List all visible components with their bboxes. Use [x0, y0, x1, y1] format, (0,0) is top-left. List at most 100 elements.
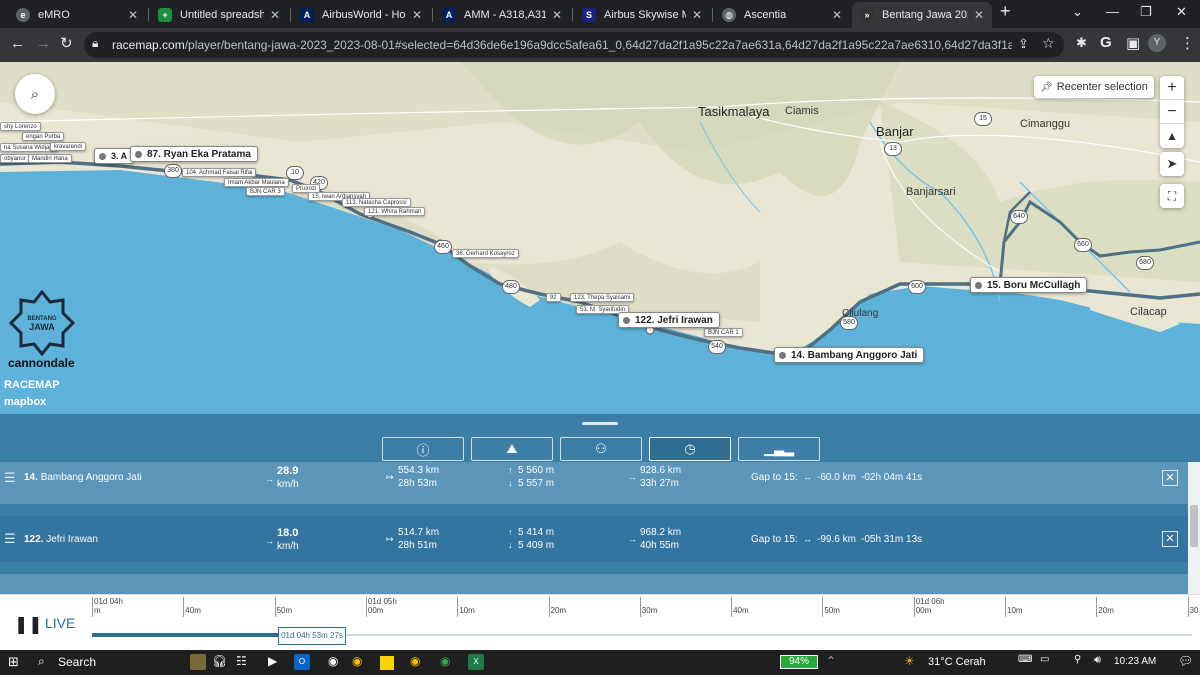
notification-icon[interactable]: 💬︎ [1178, 654, 1193, 668]
profile-avatar[interactable]: Y [1148, 34, 1166, 52]
address-bar[interactable]: 🔒︎ racemap.com/player/bentang-jawa-2023_… [84, 32, 1064, 58]
volume-icon[interactable]: 🔊︎ [1094, 654, 1101, 667]
rider-row[interactable] [0, 574, 1188, 594]
rider-label[interactable]: BJN CAR 1 [704, 328, 743, 337]
rider-label-selected[interactable]: 3. A [94, 148, 135, 164]
tab-skywise[interactable]: S Airbus Skywise Maint ✕ [574, 2, 710, 28]
taskbar-search-label[interactable]: Search [58, 655, 96, 669]
chrome-icon[interactable]: ◉ [352, 654, 362, 668]
chrome-icon[interactable]: ◉ [440, 654, 450, 668]
headset-icon[interactable]: 🎧︎ [212, 654, 227, 668]
forward-icon[interactable]: → [36, 35, 51, 52]
close-icon[interactable]: ✕ [692, 8, 702, 22]
share-icon[interactable]: ⇪ [1018, 36, 1029, 52]
map-search-button[interactable]: ⌕ [15, 74, 55, 114]
tab-spreadsheet[interactable]: + Untitled spreadsheet ✕ [150, 2, 288, 28]
rider-label[interactable]: 121. Whira Rahman [364, 207, 426, 216]
panel-drag-handle[interactable] [582, 422, 618, 425]
tray-icon[interactable]: ⌨ [1018, 654, 1032, 665]
google-icon[interactable]: G [1100, 34, 1112, 51]
wifi-icon[interactable]: ⚲ [1074, 654, 1081, 665]
task-view-icon[interactable]: ☷ [236, 654, 247, 668]
tab-elevation[interactable]: ⛰︎ [471, 437, 553, 461]
recenter-selection-button[interactable]: 📌︎ Recenter selection [1034, 76, 1154, 98]
windows-start-icon[interactable]: ⊞ [8, 654, 19, 670]
side-panel-icon[interactable]: ▣ [1126, 34, 1140, 52]
rider-row[interactable]: ☰ 14. Bambang Anggoro Jati → 28.9 km/h ↦… [0, 462, 1188, 504]
tab-ascentia[interactable]: ◍ Ascentia ✕ [714, 2, 850, 28]
live-label[interactable]: LIVE [45, 615, 75, 631]
close-window-button[interactable]: ✕ [1176, 4, 1187, 20]
chrome-icon[interactable]: ◉ [410, 654, 420, 668]
rider-label[interactable]: 123. Thepa Syaisami [570, 293, 635, 302]
rider-label[interactable]: Imam Akbar Maulana [224, 178, 289, 187]
rider-label[interactable]: Mandiri Hana [28, 154, 72, 163]
tab-riders[interactable]: ⚇ [560, 437, 642, 461]
more-menu-icon[interactable]: ⋮ [1180, 34, 1195, 52]
tab-bentang-jawa[interactable]: » Bentang Jawa 2023 · ✕ [852, 2, 992, 28]
mapbox-logo[interactable]: mapbox [4, 396, 46, 408]
rider-label[interactable]: BJN CAR 3 [246, 187, 285, 196]
race-map[interactable]: Tasikmalaya Ciamis Banjar Cimanggu Banja… [0, 62, 1200, 414]
extensions-icon[interactable]: ✱ [1076, 35, 1087, 51]
tab-timing[interactable]: ◷ [649, 437, 731, 461]
url-text[interactable]: racemap.com/player/bentang-jawa-2023_202… [112, 38, 1012, 52]
close-icon[interactable]: ✕ [128, 8, 138, 22]
scrollbar-thumb[interactable] [1190, 505, 1198, 547]
rider-label-selected[interactable]: 87. Ryan Eka Pratama [130, 146, 258, 162]
maximize-button[interactable]: ❐ [1140, 4, 1152, 20]
battery-indicator[interactable]: 94% [780, 655, 818, 669]
close-icon[interactable]: ✕ [270, 8, 280, 22]
reload-icon[interactable]: ↻ [60, 34, 73, 52]
weather-icon[interactable]: ☀ [904, 654, 915, 668]
new-tab-button[interactable]: + [1000, 1, 1011, 22]
minimize-button[interactable]: — [1106, 4, 1119, 19]
locate-icon[interactable]: ➤ [1160, 152, 1184, 176]
fullscreen-icon[interactable]: ⛶ [1160, 184, 1184, 208]
tray-icon[interactable]: ▭ [1040, 654, 1049, 665]
widget-icon[interactable] [190, 654, 206, 670]
rider-label[interactable]: 92 [546, 293, 561, 302]
tab-leaderboard[interactable]: ▁▃▂ [738, 437, 820, 461]
tab-emro[interactable]: e eMRO ✕ [8, 2, 146, 28]
tab-amm[interactable]: A AMM - A318,A319,A3 ✕ [434, 2, 570, 28]
rider-label-selected[interactable]: 14. Bambang Anggoro Jati [774, 347, 925, 363]
media-icon[interactable]: ▶ [268, 654, 277, 668]
outlook-icon[interactable]: O [294, 654, 310, 670]
close-icon[interactable]: ✕ [832, 8, 842, 22]
clock-text[interactable]: 10:23 AM [1114, 656, 1156, 667]
rider-label[interactable]: obyanur [0, 154, 30, 163]
rider-label[interactable]: 113. Natasha Caprossi [342, 198, 411, 207]
pause-icon[interactable]: ❚❚ [14, 615, 43, 635]
remove-rider-button[interactable]: ✕ [1162, 531, 1178, 547]
close-icon[interactable]: ✕ [974, 8, 984, 22]
rider-label[interactable]: engan Purba [22, 132, 65, 141]
back-icon[interactable]: ← [10, 35, 25, 52]
rider-label[interactable]: 104. Achmad Faisal Rifai [182, 168, 257, 177]
rider-label[interactable]: shy Lorenzo [0, 122, 41, 131]
rider-label-selected[interactable]: 15. Boru McCullagh [970, 277, 1088, 293]
rider-label[interactable]: kravarendi [50, 142, 87, 151]
chevron-up-icon[interactable]: ⌃ [826, 654, 836, 668]
hamburger-icon[interactable]: ☰ [4, 531, 16, 547]
rider-label-selected[interactable]: 122. Jefri Irawan [618, 312, 720, 328]
bookmark-star-icon[interactable]: ☆ [1042, 35, 1055, 52]
edge-icon[interactable]: ◉ [328, 654, 338, 668]
tab-airbusworld[interactable]: A AirbusWorld - Home ✕ [292, 2, 430, 28]
close-icon[interactable]: ✕ [412, 8, 422, 22]
lock-icon[interactable]: 🔒︎ [92, 36, 98, 51]
remove-rider-button[interactable]: ✕ [1162, 470, 1178, 486]
timeline[interactable] [0, 594, 1200, 650]
zoom-in-button[interactable]: + [1160, 76, 1184, 100]
tab-info[interactable]: ⓘ [382, 437, 464, 461]
compass-button[interactable]: ▲ [1160, 124, 1184, 148]
timeline-playhead[interactable]: 01d 04h 53m 27s [278, 627, 346, 645]
close-icon[interactable]: ✕ [552, 8, 562, 22]
sticky-notes-icon[interactable] [380, 656, 394, 670]
weather-text[interactable]: 31°C Cerah [928, 656, 986, 668]
racemap-logo[interactable]: RACEMAP [4, 379, 60, 391]
rider-row[interactable]: ☰ 122. Jefri Irawan → 18.0 km/h ↦ 514.7 … [0, 516, 1188, 562]
zoom-out-button[interactable]: − [1160, 100, 1184, 124]
hamburger-icon[interactable]: ☰ [4, 470, 16, 486]
excel-icon[interactable]: X [468, 654, 484, 670]
